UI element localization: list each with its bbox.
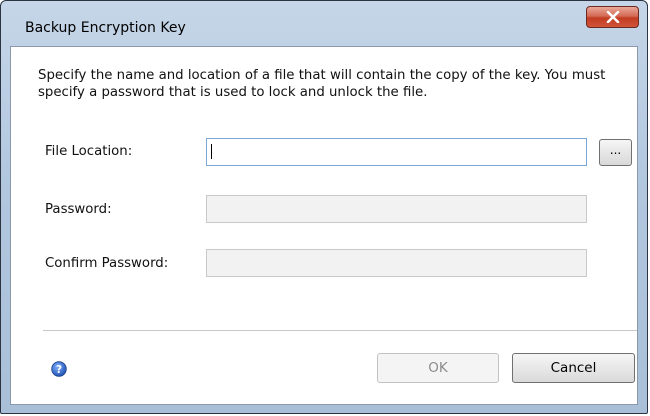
close-icon [606, 11, 619, 23]
browse-button[interactable]: ... [599, 139, 632, 166]
password-label: Password: [45, 202, 112, 217]
file-location-input[interactable] [206, 138, 587, 166]
footer-divider [43, 330, 637, 331]
dialog-title: Backup Encryption Key [25, 20, 186, 36]
ok-button[interactable]: OK [377, 353, 499, 383]
text-caret [211, 144, 212, 159]
confirm-password-label: Confirm Password: [45, 256, 169, 271]
title-bar[interactable]: Backup Encryption Key [1, 1, 647, 47]
cancel-button[interactable]: Cancel [512, 353, 635, 383]
svg-text:?: ? [56, 364, 62, 376]
file-location-label: File Location: [45, 144, 133, 159]
dialog-window: Backup Encryption Key Specify the name a… [0, 0, 648, 414]
dialog-body: Specify the name and location of a file … [10, 46, 638, 405]
confirm-password-field[interactable] [206, 249, 587, 277]
password-field[interactable] [206, 195, 587, 223]
instructions-text: Specify the name and location of a file … [38, 68, 606, 100]
help-icon[interactable]: ? [51, 361, 67, 377]
close-button[interactable] [586, 6, 639, 28]
